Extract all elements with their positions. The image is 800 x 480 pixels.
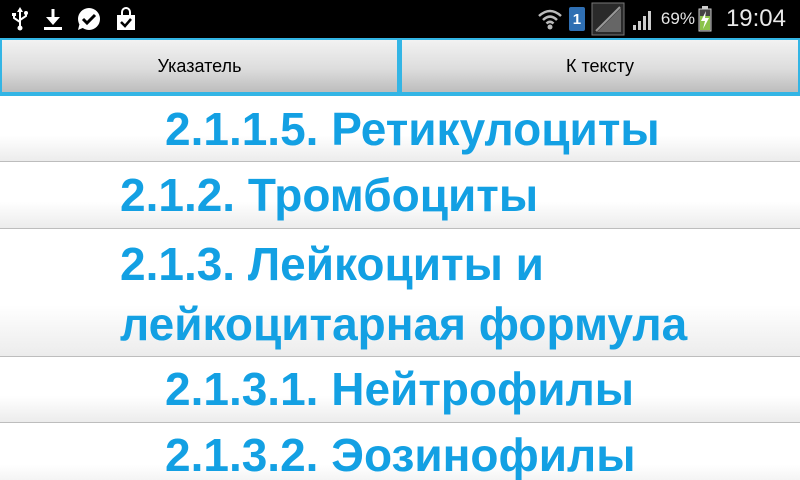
toc-item-platelets[interactable]: 2.1.2. Тромбоциты <box>0 162 800 229</box>
to-text-button[interactable]: К тексту <box>402 40 798 92</box>
toc-item-reticulocytes[interactable]: 2.1.1.5. Ретикулоциты <box>0 97 800 162</box>
battery-percent: 69% <box>660 9 695 28</box>
cell-signal-icon <box>631 7 655 31</box>
index-button[interactable]: Указатель <box>2 40 397 92</box>
toc-item-leukocytes[interactable]: 2.1.3. Лейкоциты и лейкоцитарная формула <box>0 229 800 357</box>
wifi-icon <box>537 7 563 31</box>
download-icon <box>42 7 64 31</box>
system-icons: 1 69% 19:04 <box>537 0 786 38</box>
shopping-bag-icon <box>114 7 138 31</box>
check-bubble-icon <box>76 6 102 32</box>
toc-item-eosinophils[interactable]: 2.1.3.2. Эозинофилы <box>0 423 800 480</box>
action-toolbar: Указатель К тексту <box>0 38 800 96</box>
status-bar: 1 69% 19:04 <box>0 0 800 38</box>
notification-count-badge: 1 <box>568 7 585 31</box>
clock: 19:04 <box>725 5 786 32</box>
toc-list: 2.1.1.5. Ретикулоциты 2.1.2. Тромбоциты … <box>0 97 800 480</box>
usb-icon <box>10 7 30 31</box>
no-sim-signal-icon <box>591 2 625 36</box>
toc-item-neutrophils[interactable]: 2.1.3.1. Нейтрофилы <box>0 357 800 423</box>
battery-charging-icon <box>698 6 712 32</box>
notification-icons <box>10 0 150 38</box>
